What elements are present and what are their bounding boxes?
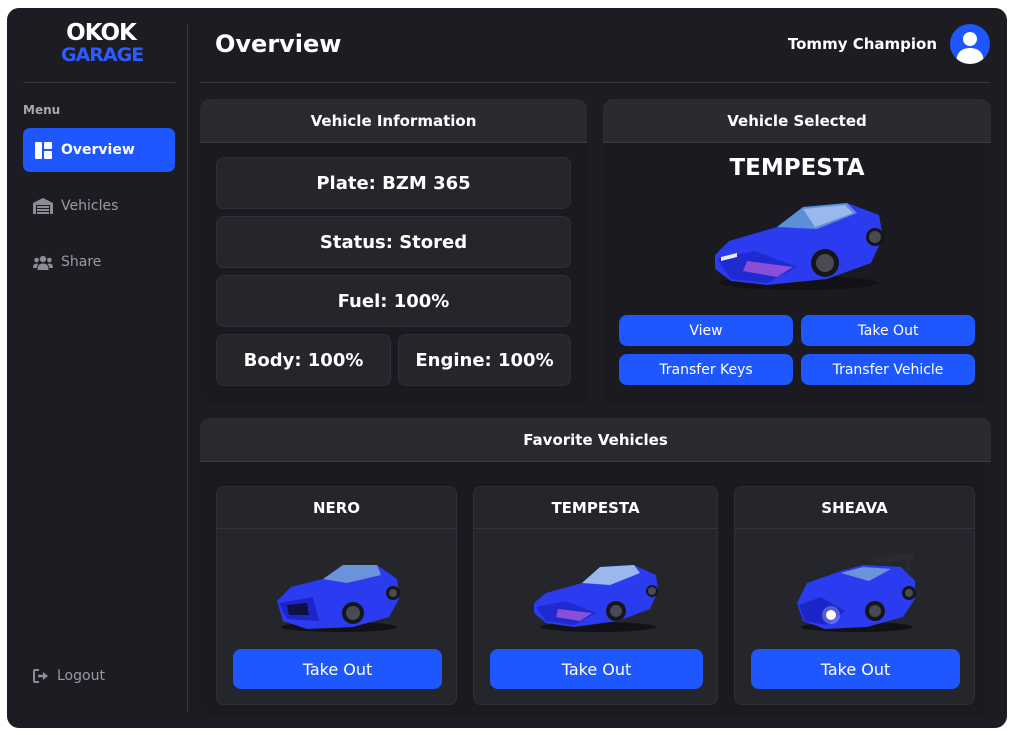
sidebar-item-label: Overview — [61, 142, 135, 158]
panel-title: Vehicle Information — [200, 99, 587, 143]
favorite-card-nero: NERO Take Out — [216, 486, 457, 705]
logo-top-text: OKOK — [66, 20, 137, 46]
panel-title: Favorite Vehicles — [200, 418, 991, 462]
panel-title: Vehicle Selected — [603, 99, 991, 143]
logo: OKOK GARAGE — [61, 20, 144, 66]
garage-app: OKOK GARAGE Menu Overview Vehicles Share — [7, 8, 1007, 728]
selected-car-image — [707, 193, 887, 297]
sidebar-item-vehicles[interactable]: Vehicles — [23, 184, 175, 228]
vehicle-selected-panel: Vehicle Selected TEMPESTA View Take Out … — [603, 99, 991, 404]
logout-button[interactable]: Logout — [33, 668, 105, 684]
engine-stat: Engine: 100% — [398, 334, 571, 386]
fuel-stat: Fuel: 100% — [216, 275, 571, 327]
user-name: Tommy Champion — [787, 35, 937, 53]
favorite-card-tempesta: TEMPESTA Take Out — [473, 486, 718, 705]
selected-vehicle-name: TEMPESTA — [729, 155, 865, 181]
favorite-car-name: SHEAVA — [735, 487, 974, 529]
favorite-vehicles-panel: Favorite Vehicles NERO Take Out TEMPESTA — [200, 418, 991, 715]
take-out-button[interactable]: Take Out — [751, 649, 960, 689]
dashboard-icon — [33, 141, 53, 159]
menu-label: Menu — [23, 103, 61, 117]
garage-icon — [33, 197, 53, 215]
logo-bottom-text: GARAGE — [61, 44, 144, 66]
take-out-button[interactable]: Take Out — [490, 649, 703, 689]
favorite-card-sheava: SHEAVA Take Out — [734, 486, 975, 705]
transfer-vehicle-button[interactable]: Transfer Vehicle — [801, 354, 975, 385]
view-button[interactable]: View — [619, 315, 793, 346]
sidebar-item-label: Vehicles — [61, 198, 119, 214]
favorite-car-image — [273, 557, 403, 637]
take-out-button[interactable]: Take Out — [801, 315, 975, 346]
sidebar-divider — [187, 24, 188, 712]
body-stat: Body: 100% — [216, 334, 391, 386]
vehicle-information-panel: Vehicle Information Plate: BZM 365 Statu… — [200, 99, 587, 404]
header-divider — [200, 82, 990, 83]
transfer-keys-button[interactable]: Transfer Keys — [619, 354, 793, 385]
take-out-button[interactable]: Take Out — [233, 649, 442, 689]
page-title: Overview — [215, 30, 342, 58]
sidebar-item-overview[interactable]: Overview — [23, 128, 175, 172]
avatar[interactable] — [950, 24, 990, 64]
sidebar-item-share[interactable]: Share — [23, 240, 175, 284]
favorite-car-name: NERO — [217, 487, 456, 529]
divider — [23, 82, 175, 83]
plate-stat: Plate: BZM 365 — [216, 157, 571, 209]
sidebar: OKOK GARAGE Menu Overview Vehicles Share — [7, 8, 187, 728]
favorite-car-image — [791, 551, 921, 637]
status-stat: Status: Stored — [216, 216, 571, 268]
favorite-car-image — [530, 557, 662, 637]
logout-label: Logout — [57, 668, 105, 684]
users-icon — [33, 253, 53, 271]
user-icon — [956, 32, 984, 64]
favorite-car-name: TEMPESTA — [474, 487, 717, 529]
logout-icon — [33, 669, 49, 683]
sidebar-item-label: Share — [61, 254, 102, 270]
